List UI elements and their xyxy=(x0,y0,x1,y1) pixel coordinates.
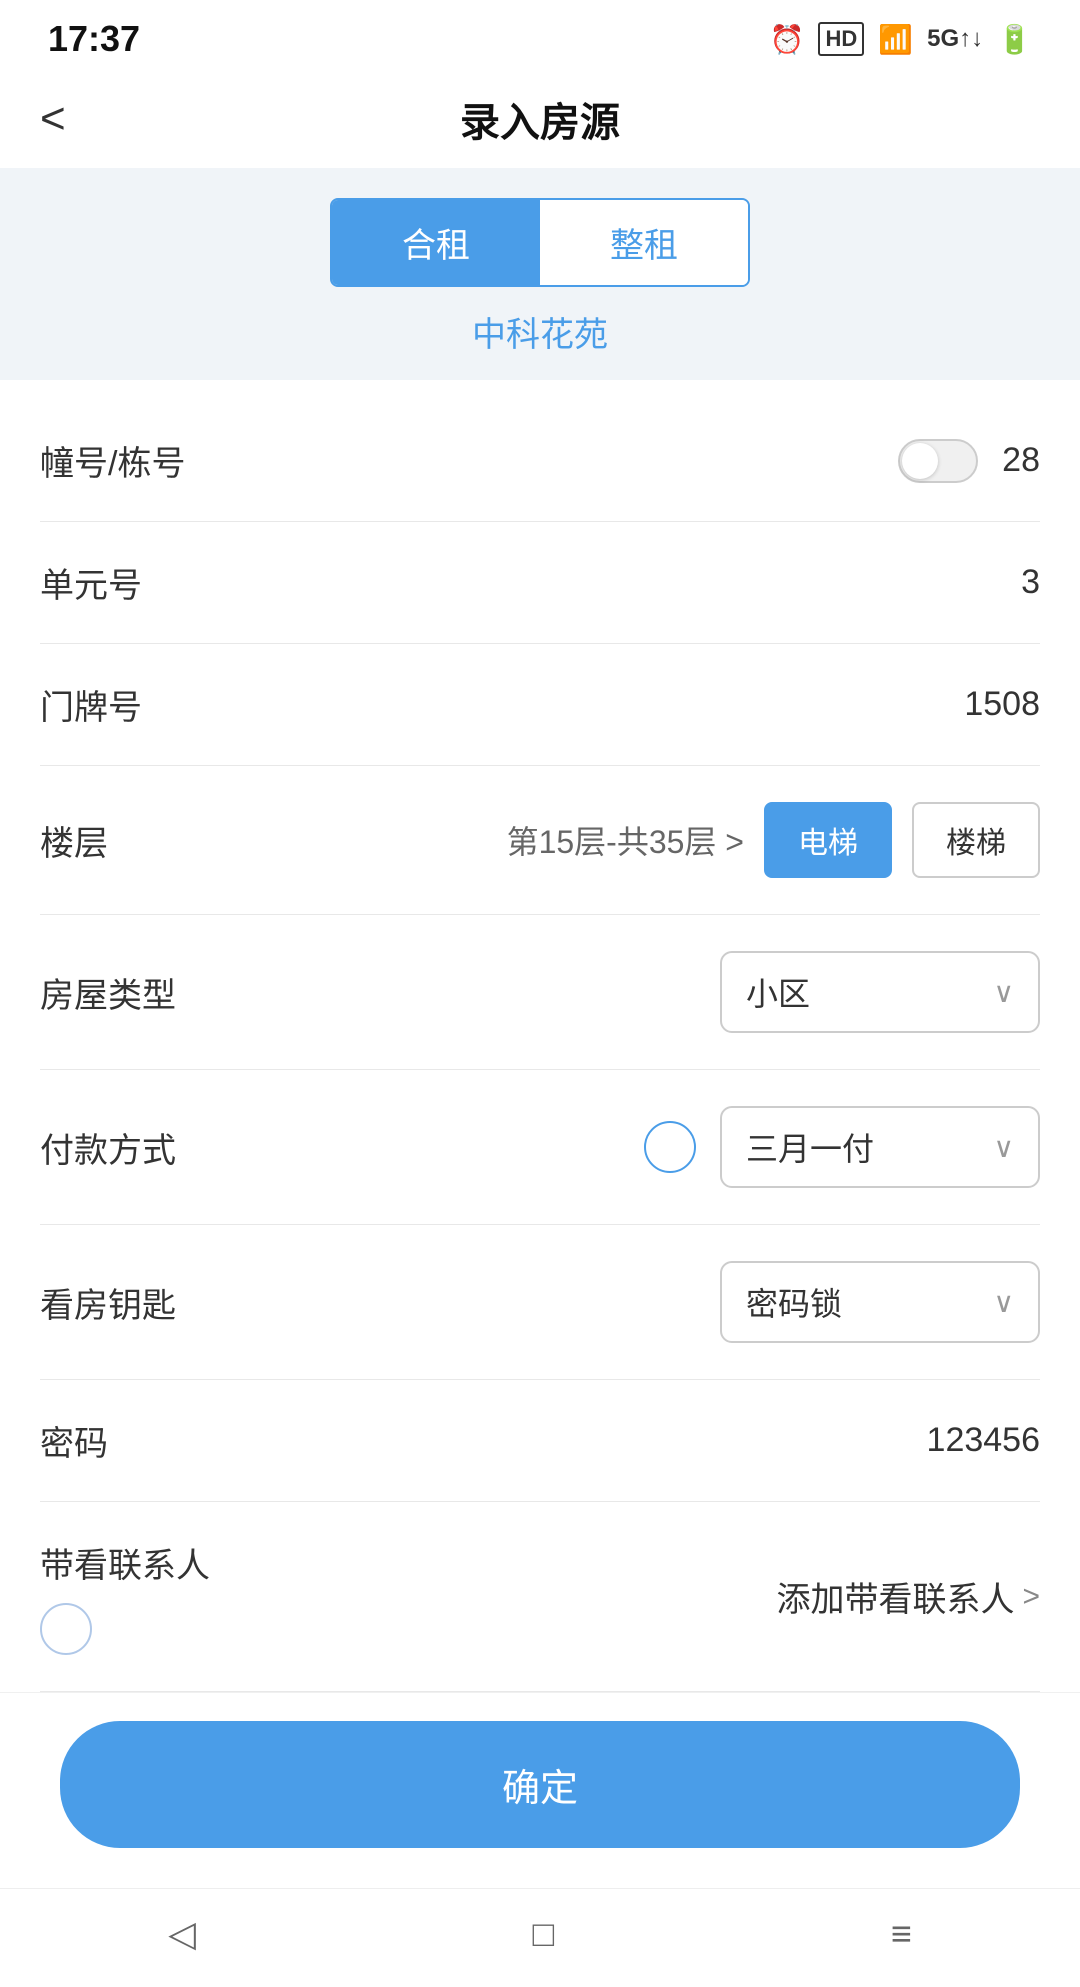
toggle-building[interactable] xyxy=(898,439,978,483)
status-bar: 17:37 ⏰ HD 📶 5G↑↓ 🔋 xyxy=(0,0,1080,70)
nav-bar: ◁ □ ≡ xyxy=(0,1888,1080,1987)
label-unit: 单元号 xyxy=(40,558,142,607)
payment-row: 三月一付 ∨ xyxy=(644,1106,1040,1188)
dropdown-housetype[interactable]: 小区 ∨ xyxy=(720,951,1040,1033)
community-name[interactable]: 中科花苑 xyxy=(472,307,608,356)
form-row-unit: 单元号 3 xyxy=(40,522,1040,644)
floor-btn-stairs[interactable]: 楼梯 xyxy=(912,802,1040,878)
form-row-door: 门牌号 1508 xyxy=(40,644,1040,766)
payment-circle[interactable] xyxy=(644,1121,696,1173)
label-building: 幢号/栋号 xyxy=(40,436,185,485)
nav-home-icon[interactable]: □ xyxy=(532,1913,554,1955)
label-housetype: 房屋类型 xyxy=(40,968,176,1017)
floor-row: 第15层-共35层 > 电梯 楼梯 xyxy=(507,802,1040,878)
toggle-knob xyxy=(902,443,938,479)
label-payment: 付款方式 xyxy=(40,1123,176,1172)
dropdown-payment[interactable]: 三月一付 ∨ xyxy=(720,1106,1040,1188)
contact-link-text: 添加带看联系人 xyxy=(776,1572,1014,1621)
contact-link[interactable]: 添加带看联系人 > xyxy=(776,1572,1040,1621)
tab-zhengzu[interactable]: 整租 xyxy=(540,200,748,285)
label-password: 密码 xyxy=(40,1416,108,1465)
contact-circle xyxy=(40,1603,92,1655)
tab-section: 合租 整租 中科花苑 xyxy=(0,168,1080,380)
label-door: 门牌号 xyxy=(40,680,142,729)
status-time: 17:37 xyxy=(48,18,140,60)
form-row-building: 幢号/栋号 28 xyxy=(40,400,1040,522)
status-icons: ⏰ HD 📶 5G↑↓ 🔋 xyxy=(770,22,1032,56)
floor-btn-elevator[interactable]: 电梯 xyxy=(764,802,892,878)
value-door[interactable]: 1508 xyxy=(964,685,1040,724)
dropdown-housetype-arrow: ∨ xyxy=(994,976,1015,1009)
hd-icon: HD xyxy=(818,22,864,56)
label-floor: 楼层 xyxy=(40,816,108,865)
confirm-button[interactable]: 确定 xyxy=(60,1721,1020,1848)
form-row-contact: 带看联系人 添加带看联系人 > xyxy=(40,1502,1040,1692)
form-section: 幢号/栋号 28 单元号 3 门牌号 1508 楼层 第15层-共35层 > 电… xyxy=(0,400,1080,1692)
header: < 录入房源 xyxy=(0,70,1080,168)
value-unit[interactable]: 3 xyxy=(1021,563,1040,602)
dropdown-payment-value: 三月一付 xyxy=(746,1124,874,1170)
bottom-bar: 确定 xyxy=(0,1692,1080,1888)
dropdown-key[interactable]: 密码锁 ∨ xyxy=(720,1261,1040,1343)
form-row-password: 密码 123456 xyxy=(40,1380,1040,1502)
back-button[interactable]: < xyxy=(40,94,66,144)
form-row-payment: 付款方式 三月一付 ∨ xyxy=(40,1070,1040,1225)
label-contact: 带看联系人 xyxy=(40,1538,210,1587)
value-password[interactable]: 123456 xyxy=(927,1421,1040,1460)
form-row-housetype: 房屋类型 小区 ∨ xyxy=(40,915,1040,1070)
nav-menu-icon[interactable]: ≡ xyxy=(891,1913,912,1955)
wifi-icon: 📶 xyxy=(878,23,913,56)
dropdown-payment-arrow: ∨ xyxy=(994,1131,1015,1164)
floor-info[interactable]: 第15层-共35层 > xyxy=(507,817,744,863)
alarm-icon: ⏰ xyxy=(770,23,805,56)
form-row-floor: 楼层 第15层-共35层 > 电梯 楼梯 xyxy=(40,766,1040,915)
contact-arrow-icon: > xyxy=(1022,1580,1040,1614)
form-row-key: 看房钥匙 密码锁 ∨ xyxy=(40,1225,1040,1380)
tab-bar: 合租 整租 xyxy=(330,198,750,287)
value-building: 28 xyxy=(1002,441,1040,480)
dropdown-housetype-value: 小区 xyxy=(746,969,810,1015)
signal-icon: 5G↑↓ xyxy=(927,25,983,53)
dropdown-key-value: 密码锁 xyxy=(746,1279,842,1325)
page-title: 录入房源 xyxy=(460,90,620,148)
tab-hezhu[interactable]: 合租 xyxy=(332,200,540,285)
nav-back-icon[interactable]: ◁ xyxy=(168,1913,196,1955)
dropdown-key-arrow: ∨ xyxy=(994,1286,1015,1319)
label-key: 看房钥匙 xyxy=(40,1278,176,1327)
battery-icon: 🔋 xyxy=(997,23,1032,56)
